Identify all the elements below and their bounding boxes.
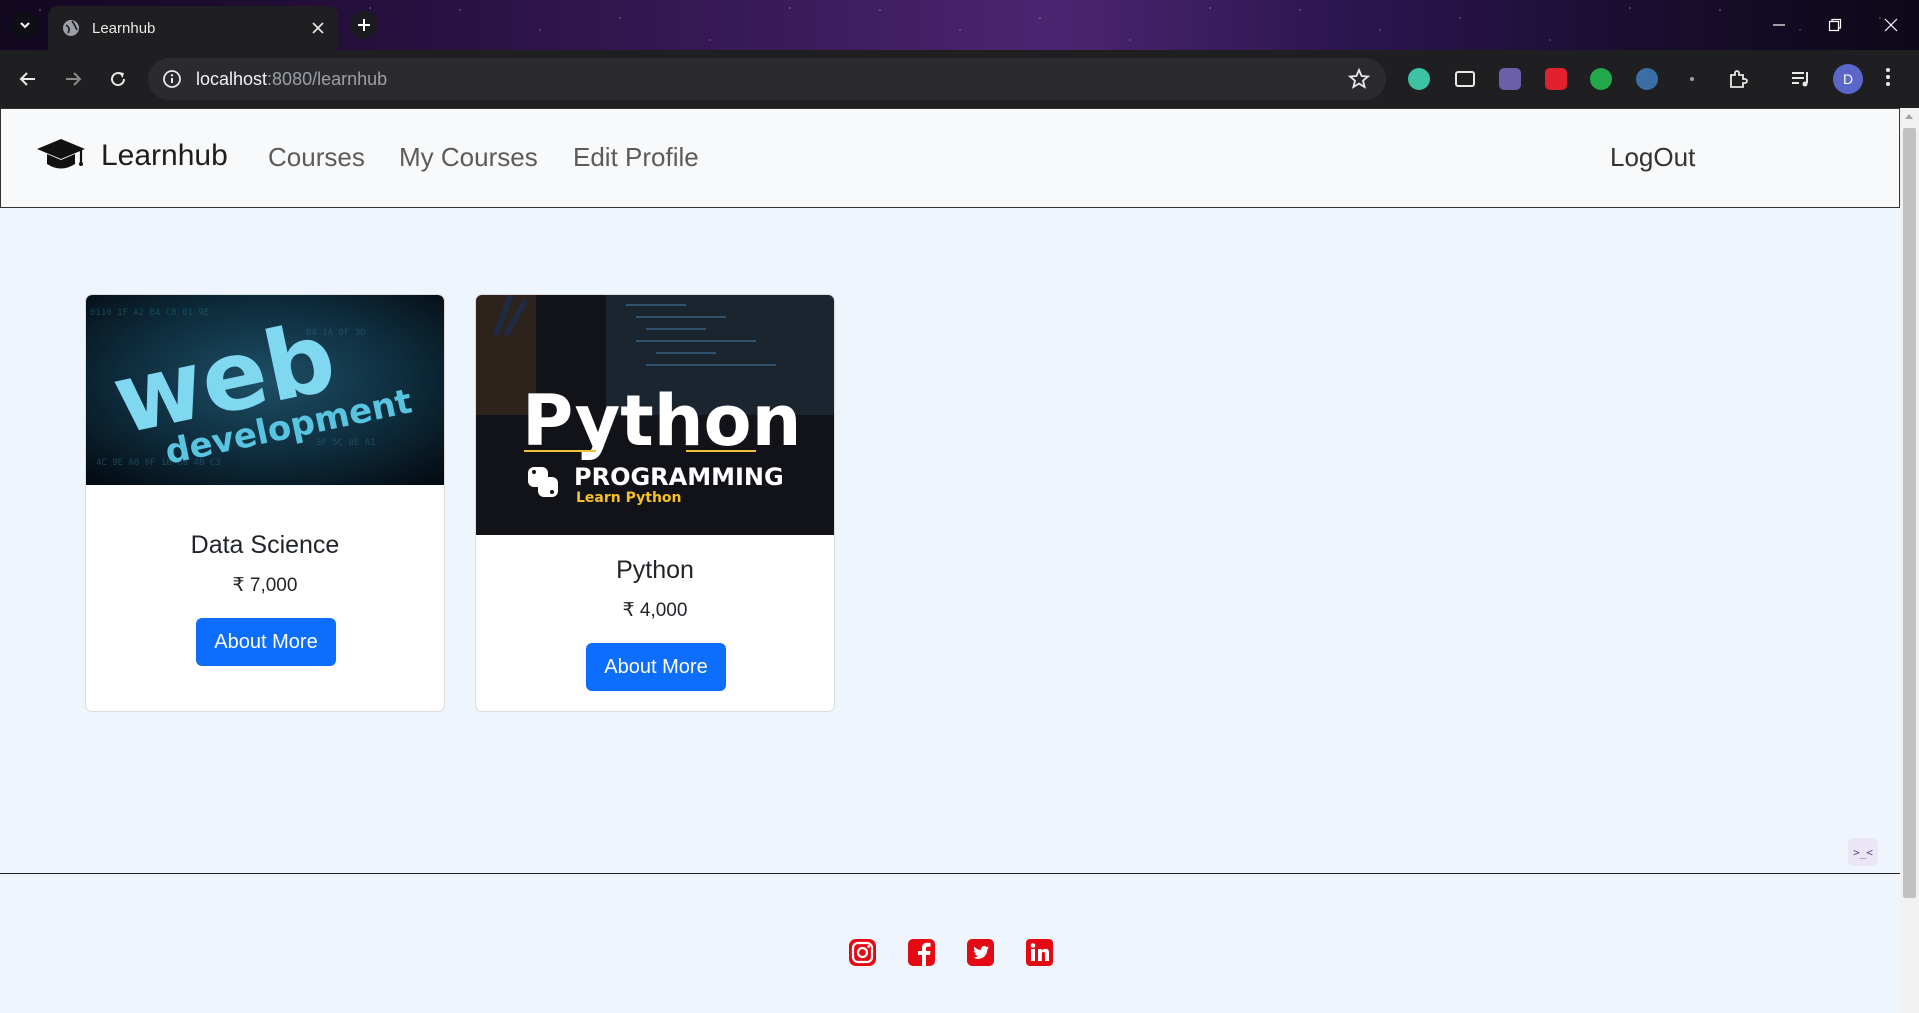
browser-menu-icon[interactable] xyxy=(1885,66,1891,88)
course-card: Python PROGRAMMING Learn Python Python ₹… xyxy=(475,294,835,712)
minimize-button[interactable] xyxy=(1751,0,1807,50)
svg-text:0110 1F A2 B4 C8 01 9E: 0110 1F A2 B4 C8 01 9E xyxy=(90,308,209,318)
course-image-python: Python PROGRAMMING Learn Python xyxy=(476,295,834,535)
back-button[interactable] xyxy=(14,65,42,93)
address-bar[interactable]: localhost:8080/learnhub xyxy=(148,58,1386,100)
course-title: Python xyxy=(616,556,694,584)
restore-icon xyxy=(1828,18,1842,32)
new-tab-button[interactable] xyxy=(350,11,378,39)
url-path: :8080/learnhub xyxy=(267,68,388,89)
close-tab-icon[interactable] xyxy=(312,22,324,34)
arrow-right-icon xyxy=(66,72,82,86)
globe-icon xyxy=(62,19,80,37)
tab-title: Learnhub xyxy=(92,19,156,37)
plus-icon xyxy=(358,19,370,31)
bookmark-star-icon[interactable] xyxy=(1348,68,1370,90)
course-price: ₹ 7,000 xyxy=(232,575,298,596)
arrow-left-icon xyxy=(19,72,35,86)
course-price: ₹ 4,000 xyxy=(622,600,688,621)
scrollbar-thumb[interactable] xyxy=(1903,128,1916,898)
linkedin-icon[interactable] xyxy=(1025,938,1054,967)
logout-link[interactable]: LogOut xyxy=(1610,142,1695,173)
extension-icon-2[interactable] xyxy=(1452,66,1478,92)
twitter-icon[interactable] xyxy=(966,938,995,967)
page-scrollbar[interactable] xyxy=(1900,108,1919,1013)
about-more-button[interactable]: About More xyxy=(196,618,336,666)
course-title: Data Science xyxy=(190,531,340,559)
url-host: localhost xyxy=(196,68,268,89)
course-card: 0110 1F A2 B4 C8 01 9E 4C 9E A0 0F 1B 8B… xyxy=(85,294,445,712)
page-viewport: Learnhub Courses My Courses Edit Profile… xyxy=(0,108,1900,1013)
brand-name: Learnhub xyxy=(101,139,228,172)
reload-button[interactable] xyxy=(104,65,132,93)
window-controls xyxy=(1751,0,1919,50)
site-navbar: Learnhub Courses My Courses Edit Profile… xyxy=(0,108,1900,208)
image-text-learn-python: Learn Python xyxy=(576,490,682,506)
extensions-puzzle-icon[interactable] xyxy=(1725,66,1751,92)
chevron-down-icon xyxy=(20,22,30,29)
image-text-python: Python xyxy=(522,380,801,462)
facebook-icon[interactable] xyxy=(907,938,936,967)
close-icon xyxy=(1884,18,1898,32)
nav-link-courses[interactable]: Courses xyxy=(268,142,365,173)
devtools-widget[interactable]: >_< xyxy=(1848,838,1878,866)
nav-link-my-courses[interactable]: My Courses xyxy=(399,142,538,173)
tab-search-button[interactable] xyxy=(11,11,39,39)
about-more-button[interactable]: About More xyxy=(586,643,726,691)
extension-icon-5[interactable] xyxy=(1588,66,1614,92)
browser-tab[interactable]: Learnhub xyxy=(48,6,338,50)
restore-button[interactable] xyxy=(1807,0,1863,50)
site-info-icon[interactable] xyxy=(162,69,182,89)
browser-tab-strip: Learnhub xyxy=(0,0,1919,50)
extension-icon-6[interactable] xyxy=(1634,66,1660,92)
minimize-icon xyxy=(1773,24,1785,26)
extension-icon-7[interactable] xyxy=(1679,66,1705,92)
scroll-up-arrow[interactable] xyxy=(1905,114,1913,119)
extension-icon-4[interactable] xyxy=(1543,66,1569,92)
instagram-icon[interactable] xyxy=(848,938,877,967)
close-window-button[interactable] xyxy=(1863,0,1919,50)
extension-icon-1[interactable] xyxy=(1406,66,1432,92)
graduation-cap-icon xyxy=(35,137,87,175)
browser-toolbar: localhost:8080/learnhub D xyxy=(0,50,1919,108)
nav-link-edit-profile[interactable]: Edit Profile xyxy=(573,142,699,173)
extension-icon-3[interactable] xyxy=(1497,66,1523,92)
profile-avatar[interactable]: D xyxy=(1833,64,1863,94)
forward-button[interactable] xyxy=(59,65,87,93)
course-image-web-development: 0110 1F A2 B4 C8 01 9E 4C 9E A0 0F 1B 8B… xyxy=(86,295,444,485)
footer-divider xyxy=(0,873,1900,874)
image-text-programming: PROGRAMMING xyxy=(574,463,784,491)
reload-icon xyxy=(111,72,126,87)
social-links xyxy=(848,938,1054,967)
brand-link[interactable]: Learnhub xyxy=(35,137,228,175)
media-playlist-icon[interactable] xyxy=(1788,66,1814,92)
